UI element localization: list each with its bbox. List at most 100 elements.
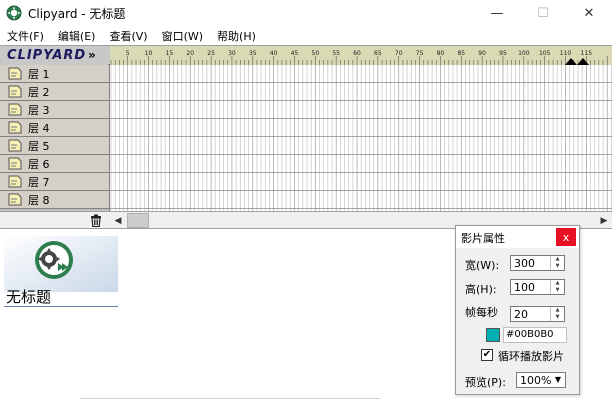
chevron-down-icon[interactable]: ▼ <box>551 373 565 387</box>
layer-row[interactable]: 层 8 <box>0 191 109 209</box>
layer-label: 层 6 <box>28 157 50 171</box>
ruler-label: 50 <box>312 50 320 57</box>
ruler-label: 35 <box>249 50 257 57</box>
background-color-field[interactable]: #00B0B0 <box>503 327 567 343</box>
scene-icon <box>4 236 118 292</box>
ruler-label: 40 <box>270 50 278 57</box>
spin-up-icon[interactable]: ▲ <box>551 256 564 263</box>
layer-row[interactable]: 层 4 <box>0 119 109 137</box>
window-title: Clipyard - 无标题 <box>28 7 126 21</box>
movie-properties-dialog: 影片属性 x 宽(W): 300 ▲ ▼ 高(H): 100 ▲ ▼ 帧每秒 2… <box>455 225 580 395</box>
layer-icon <box>8 157 22 170</box>
menu-edit[interactable]: 编辑(E) <box>58 26 96 44</box>
ruler-ticks: 5 10 15 20 25 30 35 40 45 50 55 60 65 70 75 80 85 90 95 100… <box>110 50 608 65</box>
layer-label: 层 1 <box>28 67 50 81</box>
menu-view[interactable]: 查看(V) <box>109 26 147 44</box>
layer-label: 层 8 <box>28 193 50 207</box>
scroll-left-arrow[interactable]: ◀ <box>111 212 125 229</box>
ruler-label: 85 <box>457 50 465 57</box>
ruler-label: 45 <box>291 50 299 57</box>
menu-bar: 文件(F) 编辑(E) 查看(V) 窗口(W) 帮助(H) <box>0 26 612 44</box>
layer-icon <box>8 175 22 188</box>
ruler-label: 70 <box>395 50 403 57</box>
spin-down-icon[interactable]: ▼ <box>551 263 564 270</box>
layer-icon <box>8 121 22 134</box>
layer-list: 层 1 层 2 层 3 层 4 层 5 层 6 层 7 层 8 <box>0 65 110 211</box>
layer-row[interactable]: 层 2 <box>0 83 109 101</box>
height-spin-buttons[interactable]: ▲ ▼ <box>550 280 564 294</box>
scene-underline <box>4 306 118 307</box>
timeline-header: CLIPYARD » 5 10 15 20 25 30 35 40 45 50 55 60 65 70 75… <box>0 45 612 65</box>
title-bar: Clipyard - 无标题 — ☐ ✕ <box>0 0 612 26</box>
logo-arrows-icon: » <box>88 48 96 62</box>
layer-row[interactable]: 层 6 <box>0 155 109 173</box>
ruler-label: 100 <box>518 50 530 57</box>
height-value: 100 <box>514 281 535 294</box>
stage-bottom-bar <box>80 398 380 403</box>
close-button[interactable]: ✕ <box>566 0 612 26</box>
menu-help[interactable]: 帮助(H) <box>217 26 256 44</box>
height-label: 高(H): <box>465 283 497 296</box>
dialog-title: 影片属性 <box>461 232 505 245</box>
fps-label: 帧每秒 <box>465 306 498 319</box>
menu-file[interactable]: 文件(F) <box>7 26 44 44</box>
preview-zoom-value: 100% <box>520 374 552 387</box>
width-spinner[interactable]: 300 ▲ ▼ <box>510 255 565 271</box>
layer-row[interactable]: 层 7 <box>0 173 109 191</box>
height-spinner[interactable]: 100 ▲ ▼ <box>510 279 565 295</box>
ruler-label: 105 <box>539 50 551 57</box>
layer-label: 层 2 <box>28 85 50 99</box>
layer-icon <box>8 103 22 116</box>
layer-row[interactable]: 层 1 <box>0 65 109 83</box>
playhead-marker-icon[interactable] <box>577 58 589 65</box>
fps-spinner[interactable]: 20 ▲ ▼ <box>510 306 565 322</box>
frame-grid[interactable] <box>110 65 612 211</box>
ruler-label: 55 <box>332 50 340 57</box>
spin-up-icon[interactable]: ▲ <box>551 307 564 314</box>
scroll-thumb[interactable] <box>127 213 149 228</box>
menu-window[interactable]: 窗口(W) <box>162 26 203 44</box>
fps-value: 20 <box>514 308 528 321</box>
delete-layer-button[interactable] <box>84 212 108 229</box>
background-color-swatch[interactable] <box>486 328 500 342</box>
fps-spin-buttons[interactable]: ▲ ▼ <box>550 307 564 321</box>
frame-ruler[interactable]: 5 10 15 20 25 30 35 40 45 50 55 60 65 70 75 80 85 90 95 100… <box>110 46 612 65</box>
layer-row[interactable]: 层 3 <box>0 101 109 119</box>
clipyard-app-icon[interactable] <box>6 5 22 21</box>
width-spin-buttons[interactable]: ▲ ▼ <box>550 256 564 270</box>
layer-icon <box>8 67 22 80</box>
ruler-label: 90 <box>478 50 486 57</box>
layer-label: 层 5 <box>28 139 50 153</box>
preview-label: 预览(P): <box>465 376 506 389</box>
loop-label: 循环播放影片 <box>498 350 564 363</box>
layer-label: 层 4 <box>28 121 50 135</box>
maximize-button[interactable]: ☐ <box>520 0 566 26</box>
spin-up-icon[interactable]: ▲ <box>551 280 564 287</box>
playhead-marker-icon[interactable] <box>565 58 577 65</box>
scroll-right-arrow[interactable]: ▶ <box>597 212 611 229</box>
layer-icon <box>8 139 22 152</box>
ruler-label: 10 <box>145 50 153 57</box>
ruler-label: 30 <box>228 50 236 57</box>
loop-checkbox[interactable]: ✔ <box>481 349 493 361</box>
ruler-label: 5 <box>126 50 130 57</box>
ruler-label: 15 <box>166 50 174 57</box>
trash-icon <box>91 214 101 227</box>
minimize-button[interactable]: — <box>474 0 520 26</box>
scene-title: 无标题 <box>6 288 52 306</box>
layer-icon <box>8 85 22 98</box>
dialog-close-button[interactable]: x <box>556 228 576 246</box>
layer-label: 层 7 <box>28 175 50 189</box>
preview-zoom-select[interactable]: 100% ▼ <box>516 372 566 388</box>
spin-down-icon[interactable]: ▼ <box>551 287 564 294</box>
spin-down-icon[interactable]: ▼ <box>551 314 564 321</box>
layer-icon <box>8 193 22 206</box>
ruler-label: 80 <box>437 50 445 57</box>
layer-label: 层 3 <box>28 103 50 117</box>
logo-text: CLIPYARD <box>7 48 87 63</box>
layer-row[interactable]: 层 5 <box>0 137 109 155</box>
background-color-value: #00B0B0 <box>506 329 554 340</box>
clipyard-logo: CLIPYARD » <box>0 46 108 65</box>
ruler-label: 25 <box>207 50 215 57</box>
dialog-titlebar[interactable]: 影片属性 x <box>456 226 579 248</box>
